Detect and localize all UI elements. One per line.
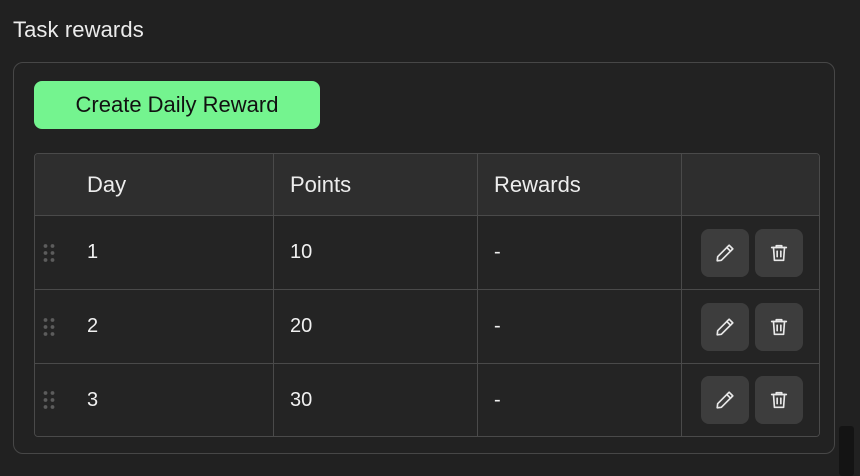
- create-daily-reward-button[interactable]: Create Daily Reward: [34, 81, 320, 129]
- trash-icon: [768, 242, 790, 264]
- cell-day: 2: [35, 290, 274, 363]
- cell-actions: [682, 364, 819, 436]
- trash-icon: [768, 316, 790, 338]
- cell-points: 20: [274, 290, 478, 363]
- cell-rewards: -: [478, 364, 682, 436]
- drag-handle-icon[interactable]: [43, 390, 55, 410]
- drag-handle-icon[interactable]: [43, 317, 55, 337]
- table-header-row: Day Points Rewards: [35, 154, 819, 216]
- drag-handle-icon[interactable]: [43, 243, 55, 263]
- column-header-day: Day: [35, 154, 274, 215]
- edit-button[interactable]: [701, 228, 749, 277]
- pencil-icon: [714, 242, 736, 264]
- cell-rewards: -: [478, 216, 682, 289]
- column-header-rewards: Rewards: [478, 154, 682, 215]
- section-title: Task rewards: [13, 17, 144, 42]
- column-header-points: Points: [274, 154, 478, 215]
- pencil-icon: [714, 389, 736, 411]
- cell-day: 3: [35, 364, 274, 436]
- scrollbar-thumb[interactable]: [839, 426, 854, 476]
- cell-actions: [682, 216, 819, 289]
- column-header-actions: [682, 154, 819, 215]
- cell-actions: [682, 290, 819, 363]
- cell-points: 10: [274, 216, 478, 289]
- delete-button[interactable]: [755, 302, 803, 351]
- rewards-table: Day Points Rewards 1 10 - 2 20 - 3 30 -: [34, 153, 820, 437]
- table-row: 3 30 -: [35, 364, 819, 436]
- pencil-icon: [714, 316, 736, 338]
- table-row: 2 20 -: [35, 290, 819, 364]
- rewards-panel: Create Daily Reward Day Points Rewards 1: [13, 62, 835, 454]
- delete-button[interactable]: [755, 376, 803, 424]
- cell-day: 1: [35, 216, 274, 289]
- edit-button[interactable]: [701, 302, 749, 351]
- page: Task rewards Create Daily Reward Day Poi…: [0, 0, 860, 476]
- delete-button[interactable]: [755, 228, 803, 277]
- cell-rewards: -: [478, 290, 682, 363]
- cell-points: 30: [274, 364, 478, 436]
- trash-icon: [768, 389, 790, 411]
- table-row: 1 10 -: [35, 216, 819, 290]
- edit-button[interactable]: [701, 376, 749, 424]
